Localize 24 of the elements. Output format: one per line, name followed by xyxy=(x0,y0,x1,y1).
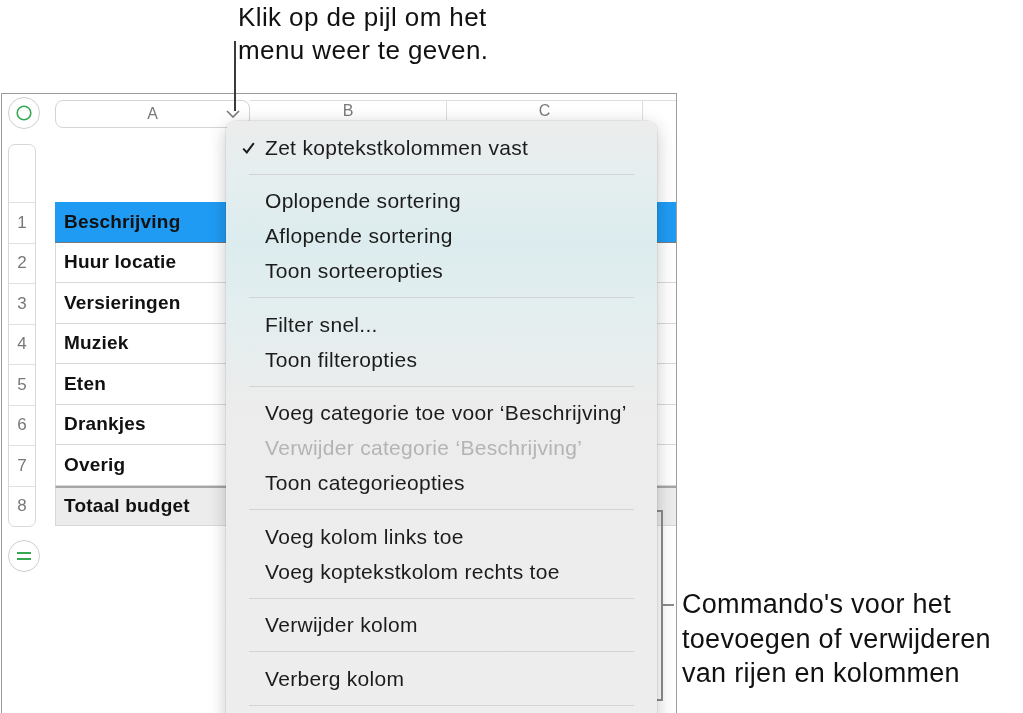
equals-icon xyxy=(16,551,32,561)
menu-item[interactable]: Voeg koptekstkolom rechts toe xyxy=(226,554,657,589)
row-number[interactable]: 6 xyxy=(9,404,35,445)
ring-icon xyxy=(16,105,32,121)
row-number[interactable]: 1 xyxy=(9,202,35,243)
column-header[interactable]: A xyxy=(55,100,250,128)
add-row-handle-button[interactable] xyxy=(8,540,40,572)
row-number[interactable]: 2 xyxy=(9,242,35,283)
row-number[interactable]: 3 xyxy=(9,283,35,324)
chevron-down-icon[interactable] xyxy=(226,110,240,118)
row-number[interactable]: 5 xyxy=(9,364,35,405)
check-icon xyxy=(242,141,255,154)
callout-text: Commando's voor het toevoegen of verwijderen van rijen en kolommen xyxy=(682,588,992,690)
leader-line xyxy=(234,41,236,111)
column-header[interactable]: C xyxy=(447,100,643,120)
callout-text: Klik op de pijl om het menu weer te geven. xyxy=(238,1,490,67)
menu-item[interactable]: Verberg kolom xyxy=(226,661,657,696)
row-number[interactable]: 4 xyxy=(9,323,35,364)
row-number[interactable]: 7 xyxy=(9,445,35,486)
column-header[interactable]: B xyxy=(250,100,447,120)
table-handle-button[interactable] xyxy=(8,97,40,129)
menu-item[interactable]: Zet koptekstkolommen vast xyxy=(226,130,657,165)
menu-item[interactable]: Verwijder kolom xyxy=(226,607,657,643)
row-number[interactable]: 8 xyxy=(9,485,35,526)
